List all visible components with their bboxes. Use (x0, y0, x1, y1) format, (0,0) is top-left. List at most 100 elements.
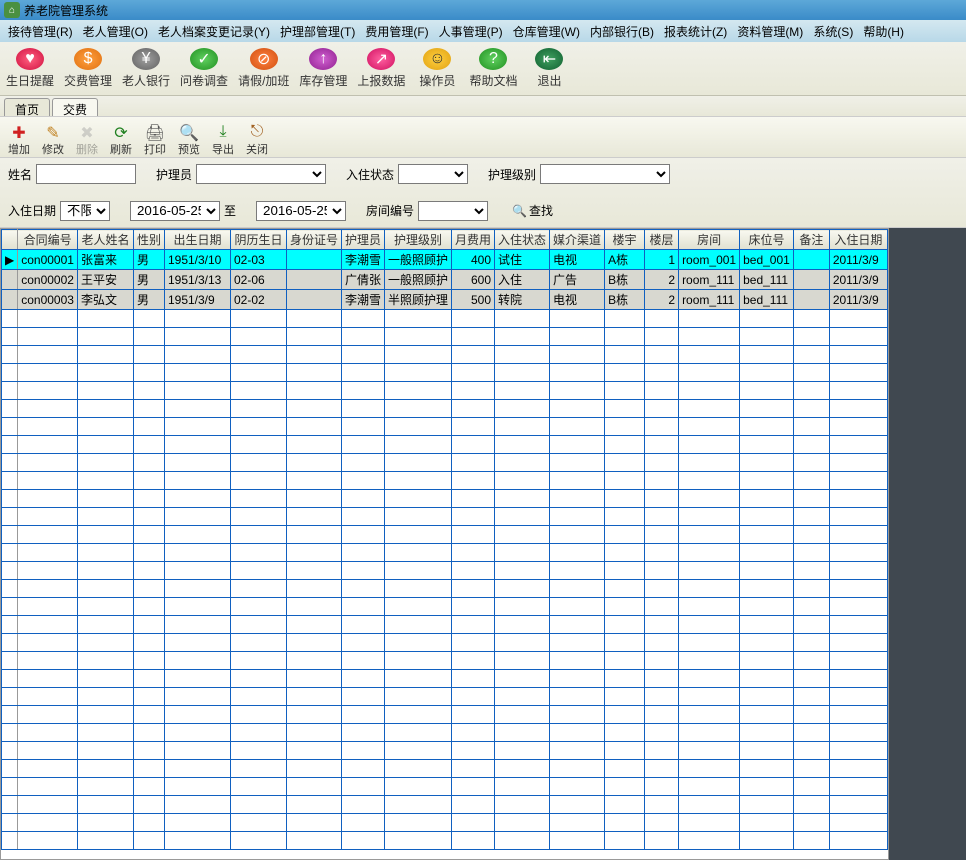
menu-item[interactable]: 系统(S) (809, 21, 857, 42)
table-row-empty (2, 364, 888, 382)
column-header[interactable]: 护理级别 (385, 230, 452, 250)
toolbar-label: 上报数据 (357, 72, 405, 89)
column-header[interactable]: 房间 (679, 230, 740, 250)
table-row-empty (2, 346, 888, 364)
menu-item[interactable]: 帮助(H) (859, 21, 908, 42)
column-header[interactable]: 入住状态 (495, 230, 550, 250)
nurse-select[interactable] (196, 164, 326, 184)
cell: 2 (645, 290, 679, 310)
column-header[interactable]: 合同编号 (18, 230, 78, 250)
status-label: 入住状态 (346, 166, 394, 183)
menu-item[interactable]: 内部银行(B) (586, 21, 658, 42)
menu-item[interactable]: 仓库管理(W) (509, 21, 584, 42)
column-header[interactable]: 老人姓名 (77, 230, 133, 250)
column-header[interactable]: 出生日期 (164, 230, 230, 250)
room-select[interactable] (418, 201, 488, 221)
sub-toolbar-button[interactable]: 🔍预览 (174, 121, 204, 153)
table-row-empty (2, 652, 888, 670)
sub-icon: ✎ (46, 123, 59, 141)
sub-label: 预览 (178, 141, 200, 157)
sub-toolbar-button[interactable]: 🖨打印 (140, 121, 170, 153)
cell: 试住 (495, 250, 550, 270)
level-select[interactable] (540, 164, 670, 184)
table-row[interactable]: con00002王平安男1951/3/1302-06广倩张一般照顾护600入住广… (2, 270, 888, 290)
column-header[interactable]: 阴历生日 (230, 230, 286, 250)
menu-item[interactable]: 护理部管理(T) (276, 21, 359, 42)
table-row-empty (2, 436, 888, 454)
menu-bar: 接待管理(R)老人管理(O)老人档案变更记录(Y)护理部管理(T)费用管理(F)… (0, 20, 966, 42)
name-input[interactable] (36, 164, 136, 184)
table-row[interactable]: con00003李弘文男1951/3/902-02李潮雪半照顾护理500转院电视… (2, 290, 888, 310)
sub-toolbar-button[interactable]: ⟳刷新 (106, 121, 136, 153)
toolbar-button[interactable]: ♥生日提醒 (2, 46, 58, 91)
column-header[interactable]: 床位号 (740, 230, 794, 250)
sub-toolbar-button[interactable]: ✎修改 (38, 121, 68, 153)
table-row-empty (2, 526, 888, 544)
sub-toolbar-button[interactable]: ✚增加 (4, 121, 34, 153)
cell: 1951/3/10 (164, 250, 230, 270)
column-header[interactable]: 楼层 (645, 230, 679, 250)
name-label: 姓名 (8, 166, 32, 183)
toolbar-button[interactable]: ↗ 上报数据 (353, 46, 409, 91)
toolbar-icon: ↗ (367, 48, 395, 70)
column-header[interactable]: 月费用 (452, 230, 495, 250)
column-header[interactable]: 入住日期 (829, 230, 887, 250)
toolbar-button[interactable]: ↑库存管理 (295, 46, 351, 91)
menu-item[interactable]: 人事管理(P) (435, 21, 507, 42)
column-header[interactable]: 楼宇 (605, 230, 645, 250)
date-from-select[interactable]: 2016-05-25 (130, 201, 220, 221)
table-row[interactable]: ▶con00001张富来男1951/3/1002-03李潮雪一般照顾护400试住… (2, 250, 888, 270)
menu-item[interactable]: 资料管理(M) (733, 21, 807, 42)
toolbar-button[interactable]: ?帮助文档 (465, 46, 521, 91)
toolbar-button[interactable]: ¥老人银行 (118, 46, 174, 91)
sub-label: 关闭 (246, 141, 268, 157)
cell (793, 250, 829, 270)
column-header[interactable]: 身份证号 (286, 230, 341, 250)
sub-icon: ⟳ (114, 123, 127, 141)
toolbar-icon: ? (479, 48, 507, 70)
toolbar-label: 操作员 (419, 72, 455, 89)
sub-icon: 🖨 (145, 123, 165, 141)
column-header[interactable]: 性别 (133, 230, 164, 250)
status-select[interactable] (398, 164, 468, 184)
sub-toolbar-button[interactable]: ⤓导出 (208, 121, 238, 153)
toolbar-icon: ⇤ (535, 48, 563, 70)
cell: 男 (133, 290, 164, 310)
cell: 电视 (550, 290, 605, 310)
data-grid[interactable]: 合同编号老人姓名性别出生日期阴历生日身份证号护理员护理级别月费用入住状态媒介渠道… (0, 228, 889, 860)
date-to-select[interactable]: 2016-05-25 (256, 201, 346, 221)
toolbar-button[interactable]: ⇤退出 (523, 46, 575, 91)
cell: 2011/3/9 (829, 290, 887, 310)
toolbar-button[interactable]: $交费管理 (60, 46, 116, 91)
main-toolbar: ♥生日提醒$交费管理¥老人银行✓问卷调查⊘请假/加班↑库存管理 ↗ 上报数据 ☺ 操作员… (0, 42, 966, 96)
row-marker: ▶ (2, 250, 18, 270)
table-row-empty (2, 706, 888, 724)
sub-label: 打印 (144, 141, 166, 157)
table-row-empty (2, 418, 888, 436)
tab[interactable]: 交费 (52, 98, 98, 116)
toolbar-icon: ☺ (423, 48, 451, 70)
table-row-empty (2, 670, 888, 688)
toolbar-button[interactable]: ☺ 操作员 (411, 46, 463, 91)
column-header[interactable]: 备注 (793, 230, 829, 250)
menu-item[interactable]: 报表统计(Z) (660, 21, 731, 42)
menu-item[interactable]: 老人管理(O) (79, 21, 152, 42)
toolbar-button[interactable]: ✓问卷调查 (176, 46, 232, 91)
column-header[interactable]: 护理员 (341, 230, 384, 250)
search-button[interactable]: 🔍 查找 (508, 200, 557, 221)
menu-item[interactable]: 老人档案变更记录(Y) (154, 21, 274, 42)
table-row-empty (2, 580, 888, 598)
column-header[interactable]: 媒介渠道 (550, 230, 605, 250)
cell: bed_111 (740, 270, 794, 290)
tab[interactable]: 首页 (4, 98, 50, 116)
sub-toolbar-button[interactable]: ⎋关闭 (242, 121, 272, 153)
cell: 1951/3/13 (164, 270, 230, 290)
menu-item[interactable]: 费用管理(F) (361, 21, 432, 42)
checkin-limit-select[interactable]: 不限 (60, 201, 110, 221)
menu-item[interactable]: 接待管理(R) (4, 21, 77, 42)
level-label: 护理级别 (488, 166, 536, 183)
toolbar-label: 交费管理 (64, 72, 112, 89)
toolbar-button[interactable]: ⊘请假/加班 (234, 46, 293, 91)
cell: 一般照顾护 (385, 250, 452, 270)
cell: 电视 (550, 250, 605, 270)
